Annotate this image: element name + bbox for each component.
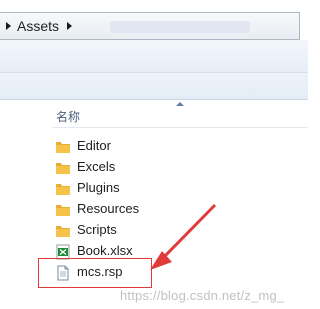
column-divider	[52, 127, 308, 128]
toolbar-strip	[0, 73, 308, 100]
item-label: Scripts	[77, 222, 117, 237]
list-item-scripts[interactable]: Scripts	[55, 221, 175, 241]
blurred-breadcrumb-region	[110, 21, 250, 33]
breadcrumb-chevron-icon[interactable]	[67, 22, 72, 30]
highlight-box	[38, 258, 152, 288]
list-item-plugins[interactable]: Plugins	[55, 179, 175, 199]
list-item-excels[interactable]: Excels	[55, 158, 175, 178]
list-item-resources[interactable]: Resources	[55, 200, 175, 220]
item-label: Resources	[77, 201, 140, 216]
item-label: Book.xlsx	[77, 243, 133, 258]
folder-icon	[56, 226, 70, 237]
watermark: https://blog.csdn.net/z_mg_	[120, 288, 285, 303]
list-item-editor[interactable]: Editor	[55, 137, 175, 157]
column-header-name[interactable]: 名称	[56, 108, 80, 125]
toolbar	[0, 40, 308, 73]
folder-icon	[56, 142, 70, 153]
breadcrumb: Assets	[0, 12, 300, 40]
folder-icon	[56, 184, 70, 195]
folder-icon	[56, 163, 70, 174]
sort-chevron-icon	[176, 102, 184, 106]
item-label: Excels	[77, 159, 116, 174]
folder-icon	[56, 205, 70, 216]
item-label: Editor	[77, 138, 111, 153]
item-label: Plugins	[77, 180, 120, 195]
breadcrumb-assets[interactable]: Assets	[17, 18, 59, 34]
breadcrumb-chevron-icon[interactable]	[6, 22, 11, 30]
